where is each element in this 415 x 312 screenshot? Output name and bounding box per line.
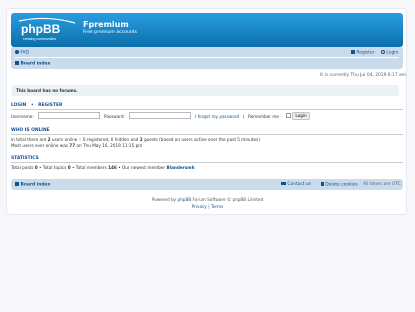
top-navbar: FAQ Register Login Board index	[11, 47, 403, 69]
power-icon	[381, 50, 385, 54]
contact-label: Contact us	[287, 182, 311, 187]
statistics-line: Total posts 0 • Total topics 0 • Total m…	[11, 165, 195, 170]
phpbb-link[interactable]: phpBB	[177, 197, 191, 202]
privacy-link[interactable]: Privacy	[192, 204, 207, 209]
pencil-icon	[351, 50, 355, 54]
policy-links: Privacy | Terms	[0, 204, 415, 209]
notice-panel: This board has no forums.	[11, 85, 399, 96]
delete-cookies-link[interactable]: Delete cookies	[321, 182, 358, 188]
svg-text:phpBB: phpBB	[21, 22, 61, 36]
login-separator: |	[243, 114, 245, 119]
delete-cookies-label: Delete cookies	[325, 182, 358, 188]
faq-label: FAQ	[20, 50, 29, 56]
newest-member-link[interactable]: Blandersmh	[166, 165, 194, 170]
register-link[interactable]: Register	[351, 50, 374, 56]
register-heading-link[interactable]: REGISTER	[38, 103, 62, 108]
board-index-link[interactable]: Board index	[15, 61, 50, 67]
powered-text-a: Powered by	[151, 197, 177, 202]
envelope-icon	[281, 182, 286, 185]
most-text-b: on Thu May 16, 2019 11:15 pm	[76, 143, 143, 148]
contact-link[interactable]: Contact us	[281, 182, 311, 187]
username-input[interactable]	[38, 112, 100, 119]
forgot-password-link[interactable]: I forgot my password	[195, 114, 239, 119]
policy-separator: |	[208, 204, 210, 209]
online-text-b: users online :: 0 registered, 0 hidden a…	[51, 137, 139, 142]
footer-board-index-label: Board index	[20, 182, 51, 188]
svg-text:creating communities: creating communities	[23, 37, 56, 41]
statistics-heading: STATISTICS	[11, 156, 39, 161]
site-logo[interactable]: phpBB creating communities	[17, 17, 77, 43]
trash-icon	[321, 182, 324, 186]
timezone-text: All times are UTC	[363, 182, 401, 187]
question-icon	[15, 50, 19, 54]
username-label: Username:	[11, 114, 34, 119]
login-link[interactable]: Login	[381, 50, 398, 56]
statistics-rule	[11, 162, 403, 163]
online-total-line: In total there are 2 users online :: 0 r…	[11, 137, 260, 142]
heading-separator: •	[30, 103, 34, 108]
online-guests: 2	[139, 137, 143, 142]
login-heading-link[interactable]: LOGIN	[11, 103, 26, 108]
home-icon	[15, 61, 19, 65]
login-rule	[11, 109, 403, 110]
login-label: Login	[386, 50, 399, 56]
posts-count: 0	[34, 165, 38, 170]
terms-link[interactable]: Terms	[211, 204, 223, 209]
password-label: Password:	[104, 114, 125, 119]
online-text-c: guests (based on users active over the p…	[143, 137, 260, 142]
faq-link[interactable]: FAQ	[15, 50, 29, 56]
remember-label: Remember me	[248, 114, 279, 119]
notice-text: This board has no forums.	[16, 88, 78, 93]
remember-checkbox[interactable]	[286, 113, 291, 118]
powered-text-b: Forum Software © phpBB Limited	[192, 197, 264, 202]
board-index-label: Board index	[20, 61, 51, 67]
navbar-divider	[15, 57, 399, 58]
most-online-line: Most users ever online was 77 on Thu May…	[11, 143, 142, 148]
members-count: 146	[108, 165, 117, 170]
members-label: Total members	[75, 165, 107, 170]
login-heading: LOGIN • REGISTER	[11, 103, 62, 108]
who-online-heading[interactable]: WHO IS ONLINE	[11, 128, 50, 133]
online-total: 2	[47, 137, 51, 142]
register-label: Register	[356, 50, 375, 56]
current-time: It is currently Thu Jul 04, 2019 6:17 am	[320, 73, 406, 78]
password-input[interactable]	[129, 112, 191, 119]
topics-count: 0	[67, 165, 71, 170]
site-description: Free premium accounts	[83, 30, 138, 35]
posts-label: Total posts	[11, 165, 34, 170]
newest-label: Our newest member	[122, 165, 166, 170]
most-text-a: Most users ever online was	[11, 143, 68, 148]
site-title: Fpremium	[83, 20, 129, 29]
home-icon	[15, 182, 19, 186]
powered-by-line: Powered by phpBB Forum Software © phpBB …	[0, 197, 415, 202]
who-online-rule	[11, 134, 403, 135]
site-header: phpBB creating communities Fpremium Free…	[11, 13, 403, 47]
most-online: 77	[69, 143, 76, 148]
online-text-a: In total there are	[11, 137, 47, 142]
login-button[interactable]: Login	[292, 112, 310, 120]
footer-board-index-link[interactable]: Board index	[15, 182, 50, 188]
phpbb-logo-icon: phpBB creating communities	[18, 17, 76, 41]
topics-label: Total topics	[42, 165, 67, 170]
bottom-navbar: Board index Contact us Delete cookies Al…	[11, 179, 403, 190]
